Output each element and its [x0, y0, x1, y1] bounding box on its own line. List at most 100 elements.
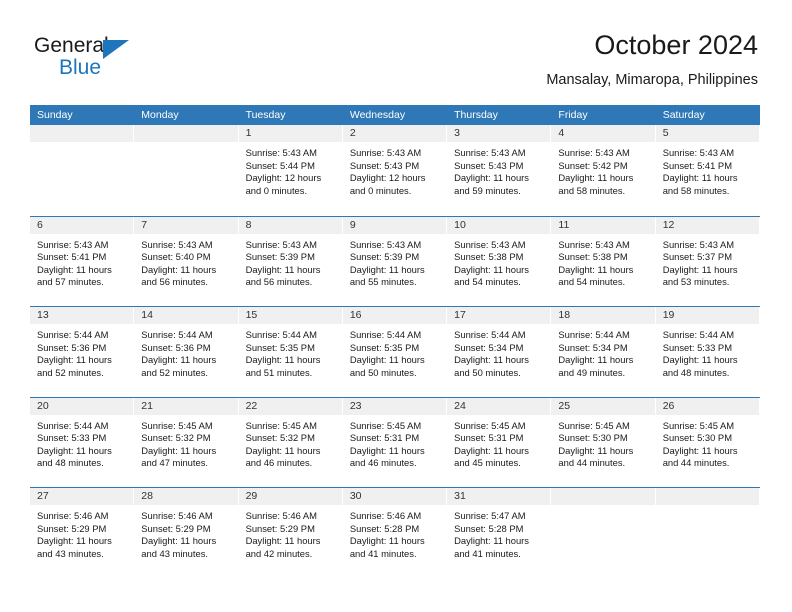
- day-detail-line: Daylight: 11 hours: [558, 172, 634, 184]
- day-cell[interactable]: 7 Sunrise: 5:43 AM Sunset: 5:40 PM Daylight…: [134, 216, 239, 306]
- day-number: 8: [245, 218, 252, 231]
- day-detail-line: Daylight: 11 hours: [349, 444, 425, 456]
- day-cell[interactable]: 27 Sunrise: 5:46 AM Sunset: 5:29 PM Dayligh…: [30, 488, 135, 578]
- day-cell[interactable]: 21 Sunrise: 5:45 AM Sunset: 5:32 PM Dayligh…: [134, 397, 239, 487]
- day-detail-line: and 56 minutes.: [245, 276, 313, 288]
- day-cell[interactable]: 16 Sunrise: 5:44 AM Sunset: 5:35 PM Dayligh…: [342, 307, 448, 397]
- day-header: 7: [134, 216, 239, 234]
- day-cell[interactable]: 14 Sunrise: 5:44 AM Sunset: 5:36 PM Dayligh…: [134, 307, 239, 397]
- day-detail-line: Sunset: 5:32 PM: [245, 432, 315, 444]
- day-header: 29: [238, 488, 343, 505]
- day-detail-line: Sunset: 5:28 PM: [349, 522, 420, 534]
- day-cell[interactable]: 5 Sunrise: 5:43 AM Sunset: 5:41 PM Daylight…: [655, 125, 760, 216]
- day-cell[interactable]: 28 Sunrise: 5:46 AM Sunset: 5:29 PM Dayligh…: [134, 488, 239, 578]
- day-cell[interactable]: 25 Sunrise: 5:45 AM Sunset: 5:30 PM Dayligh…: [551, 397, 656, 487]
- day-details: Sunrise: 5:46 AM Sunset: 5:29 PM Daylight:…: [30, 505, 134, 560]
- day-detail-line: and 54 minutes.: [454, 276, 521, 288]
- day-detail-line: Sunrise: 5:45 AM: [245, 419, 317, 431]
- day-detail-line: Sunset: 5:41 PM: [662, 159, 732, 171]
- day-cell[interactable]: 12 Sunrise: 5:43 AM Sunset: 5:37 PM Dayligh…: [655, 216, 760, 306]
- day-cell[interactable]: 6 Sunrise: 5:43 AM Sunset: 5:41 PM Daylight…: [30, 216, 135, 306]
- day-detail-line: Sunset: 5:37 PM: [662, 251, 732, 263]
- day-cell[interactable]: 24 Sunrise: 5:45 AM Sunset: 5:31 PM Dayligh…: [447, 397, 552, 487]
- day-detail-line: and 54 minutes.: [558, 276, 626, 288]
- day-header: 16: [342, 307, 448, 324]
- day-cell[interactable]: 22 Sunrise: 5:45 AM Sunset: 5:32 PM Dayligh…: [238, 397, 343, 487]
- day-cell[interactable]: 4 Sunrise: 5:43 AM Sunset: 5:42 PM Daylight…: [551, 125, 656, 216]
- day-number: 30: [349, 490, 362, 502]
- day-detail-line: Sunset: 5:34 PM: [454, 341, 524, 353]
- day-cell[interactable]: 3 Sunrise: 5:43 AM Sunset: 5:43 PM Daylight…: [447, 125, 552, 216]
- day-detail-line: Sunrise: 5:46 AM: [37, 510, 109, 521]
- day-detail-line: Daylight: 11 hours: [141, 263, 217, 275]
- day-detail-line: Sunset: 5:28 PM: [454, 522, 524, 534]
- day-detail-line: Daylight: 11 hours: [141, 354, 217, 366]
- day-detail-line: Daylight: 11 hours: [349, 354, 425, 366]
- day-detail-line: Sunset: 5:32 PM: [141, 432, 211, 444]
- day-detail-line: Daylight: 11 hours: [454, 263, 529, 275]
- day-cell[interactable]: 15 Sunrise: 5:44 AM Sunset: 5:35 PM Dayligh…: [238, 307, 343, 397]
- day-header: 31: [447, 488, 552, 505]
- day-details: Sunrise: 5:47 AM Sunset: 5:28 PM Daylight:…: [447, 505, 551, 560]
- general-blue-logo[interactable]: General Blue: [34, 34, 254, 86]
- day-detail-line: and 41 minutes.: [349, 547, 417, 559]
- day-detail-line: and 49 minutes.: [558, 366, 626, 378]
- day-detail-line: and 52 minutes.: [141, 366, 208, 378]
- day-cell[interactable]: 1 Sunrise: 5:43 AM Sunset: 5:44 PM Daylight…: [238, 125, 343, 216]
- day-cell[interactable]: 26 Sunrise: 5:45 AM Sunset: 5:30 PM Dayligh…: [655, 397, 760, 487]
- day-cell[interactable]: 17 Sunrise: 5:44 AM Sunset: 5:34 PM Dayligh…: [447, 307, 552, 397]
- day-detail-line: and 51 minutes.: [245, 366, 313, 378]
- day-cell[interactable]: 30 Sunrise: 5:46 AM Sunset: 5:28 PM Dayligh…: [342, 488, 448, 578]
- day-header: 2: [342, 125, 448, 142]
- day-number: 22: [245, 399, 258, 412]
- day-details: Sunrise: 5:43 AM Sunset: 5:42 PM Daylight:…: [551, 142, 655, 197]
- day-details: Sunrise: 5:44 AM Sunset: 5:36 PM Daylight:…: [134, 324, 238, 379]
- day-detail-line: Sunset: 5:43 PM: [454, 159, 524, 171]
- day-cell[interactable]: 31 Sunrise: 5:47 AM Sunset: 5:28 PM Dayligh…: [447, 488, 552, 578]
- day-detail-line: Daylight: 11 hours: [662, 444, 738, 456]
- day-cell[interactable]: 2 Sunrise: 5:43 AM Sunset: 5:43 PM Daylight…: [342, 125, 448, 216]
- day-number: 19: [662, 309, 675, 321]
- day-cell[interactable]: 8 Sunrise: 5:43 AM Sunset: 5:39 PM Daylight…: [238, 216, 343, 306]
- day-number: 25: [558, 399, 571, 412]
- day-header: 18: [551, 307, 656, 324]
- day-cell[interactable]: 20 Sunrise: 5:44 AM Sunset: 5:33 PM Dayligh…: [30, 397, 135, 487]
- day-header: 28: [134, 488, 239, 505]
- day-cell[interactable]: 9 Sunrise: 5:43 AM Sunset: 5:39 PM Daylight…: [342, 216, 448, 306]
- day-detail-line: Daylight: 11 hours: [662, 172, 738, 184]
- day-header: 9: [342, 216, 448, 234]
- day-header: 14: [134, 307, 239, 324]
- day-detail-line: Sunrise: 5:43 AM: [245, 238, 317, 250]
- day-detail-line: Sunset: 5:38 PM: [454, 251, 524, 263]
- day-details: Sunrise: 5:46 AM Sunset: 5:29 PM Daylight:…: [239, 505, 343, 560]
- day-detail-line: and 59 minutes.: [454, 184, 521, 196]
- day-header: 12: [655, 216, 760, 234]
- day-cell[interactable]: 19 Sunrise: 5:44 AM Sunset: 5:33 PM Dayligh…: [655, 307, 760, 397]
- day-detail-line: Sunset: 5:31 PM: [454, 432, 524, 444]
- day-cell[interactable]: 29 Sunrise: 5:46 AM Sunset: 5:29 PM Dayligh…: [238, 488, 343, 578]
- day-details: Sunrise: 5:45 AM Sunset: 5:31 PM Daylight:…: [447, 415, 551, 470]
- day-detail-line: and 44 minutes.: [662, 457, 730, 469]
- day-details: Sunrise: 5:44 AM Sunset: 5:33 PM Daylight:…: [656, 324, 760, 379]
- day-detail-line: Sunrise: 5:45 AM: [558, 419, 630, 431]
- day-cell[interactable]: 23 Sunrise: 5:45 AM Sunset: 5:31 PM Dayligh…: [342, 397, 448, 487]
- day-detail-line: and 44 minutes.: [558, 457, 626, 469]
- day-detail-line: and 57 minutes.: [37, 276, 104, 288]
- day-header: 25: [551, 397, 656, 415]
- day-detail-line: and 46 minutes.: [349, 457, 417, 469]
- day-details: Sunrise: 5:44 AM Sunset: 5:36 PM Daylight:…: [30, 324, 134, 379]
- day-detail-line: Sunrise: 5:43 AM: [558, 238, 630, 250]
- day-number: 6: [37, 218, 43, 231]
- weekday-header-tuesday: Tuesday: [245, 109, 286, 121]
- day-cell[interactable]: 13 Sunrise: 5:44 AM Sunset: 5:36 PM Dayligh…: [30, 307, 135, 397]
- day-detail-line: Sunrise: 5:47 AM: [454, 510, 526, 521]
- day-detail-line: Daylight: 11 hours: [37, 444, 112, 456]
- day-details: Sunrise: 5:45 AM Sunset: 5:30 PM Daylight:…: [656, 415, 760, 470]
- day-cell[interactable]: 18 Sunrise: 5:44 AM Sunset: 5:34 PM Dayligh…: [551, 307, 656, 397]
- day-cell[interactable]: 11 Sunrise: 5:43 AM Sunset: 5:38 PM Dayligh…: [551, 216, 656, 306]
- day-cell-empty: [134, 125, 239, 216]
- day-detail-line: and 43 minutes.: [141, 547, 208, 559]
- day-detail-line: Sunrise: 5:45 AM: [141, 419, 213, 431]
- day-cell[interactable]: 10 Sunrise: 5:43 AM Sunset: 5:38 PM Dayligh…: [447, 216, 552, 306]
- day-cell-empty: [30, 125, 135, 216]
